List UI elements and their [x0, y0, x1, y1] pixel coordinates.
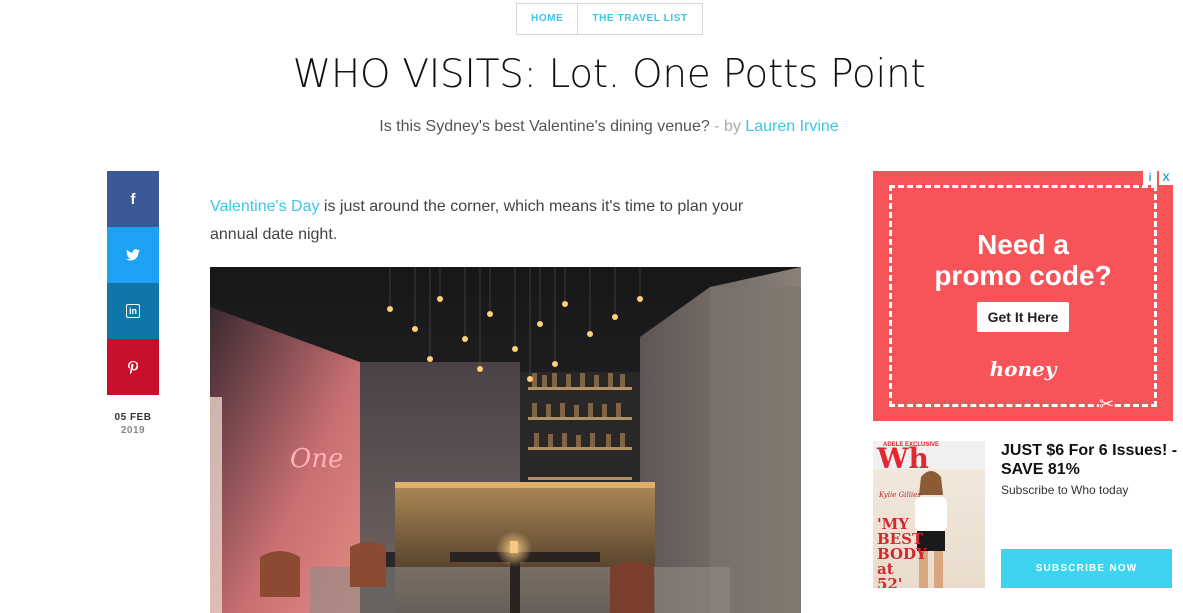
article-subtitle: Is this Sydney's best Valentine's dining… — [0, 118, 1183, 136]
article-title: WHO VISITS: Lot. One Potts Point — [292, 52, 926, 97]
article-intro: Valentine's Day is just around the corne… — [210, 193, 770, 249]
valentines-day-link[interactable]: Valentine's Day — [210, 198, 319, 215]
ad-info-icon[interactable]: i — [1143, 171, 1157, 185]
author-link[interactable]: Lauren Irvine — [745, 118, 838, 135]
restaurant-interior-illustration: One — [210, 267, 801, 613]
ad-headline: Need a promo code? — [873, 229, 1173, 291]
restaurant-photo: One — [210, 267, 801, 613]
post-date-day: 05 FEB — [114, 412, 152, 423]
breadcrumb-travel-list-link[interactable]: THE TRAVEL LIST — [577, 4, 701, 34]
facebook-icon: f — [130, 190, 136, 208]
linkedin-share-button[interactable]: in — [107, 283, 159, 339]
neon-sign-text: One — [290, 444, 343, 474]
ad-cta-button[interactable]: Get It Here — [977, 302, 1069, 332]
breadcrumb-home-link[interactable]: HOME — [517, 4, 577, 34]
byline-prefix: - by — [714, 118, 741, 135]
magazine-cover[interactable]: ADELE EXCLUSIVE Wh Kylie Gillies 'MY BES… — [873, 441, 985, 588]
linkedin-icon: in — [126, 304, 140, 318]
ad-brand-logo: honey — [989, 357, 1057, 381]
twitter-icon — [126, 249, 140, 261]
subscribe-headline: JUST $6 For 6 Issues! - SAVE 81% — [1001, 442, 1178, 478]
cover-name: Kylie Gillies — [879, 491, 921, 499]
promo-ad[interactable]: i X Need a promo code? Get It Here honey… — [873, 171, 1173, 421]
breadcrumb: HOME THE TRAVEL LIST — [516, 3, 703, 35]
pinterest-share-button[interactable] — [107, 339, 159, 395]
twitter-share-button[interactable] — [107, 227, 159, 283]
subscribe-text: Subscribe to Who today — [1001, 483, 1129, 497]
cover-headline: 'MY BEST BODY at 52' — [877, 515, 927, 589]
subscribe-button[interactable]: SUBSCRIBE NOW — [1001, 549, 1172, 588]
post-date-year: 2019 — [120, 425, 146, 436]
facebook-share-button[interactable]: f — [107, 171, 159, 227]
ad-headline-line2: promo code? — [934, 260, 1112, 291]
ad-close-icon[interactable]: X — [1159, 171, 1173, 185]
scissors-icon: ✂ — [1099, 394, 1115, 414]
post-date: 05 FEB 2019 — [107, 411, 159, 437]
subtitle-text: Is this Sydney's best Valentine's dining… — [379, 118, 710, 135]
ad-choices: i X — [1141, 171, 1173, 185]
pinterest-icon — [128, 360, 138, 374]
share-bar: f in — [107, 171, 159, 395]
ad-headline-line1: Need a — [977, 229, 1069, 260]
